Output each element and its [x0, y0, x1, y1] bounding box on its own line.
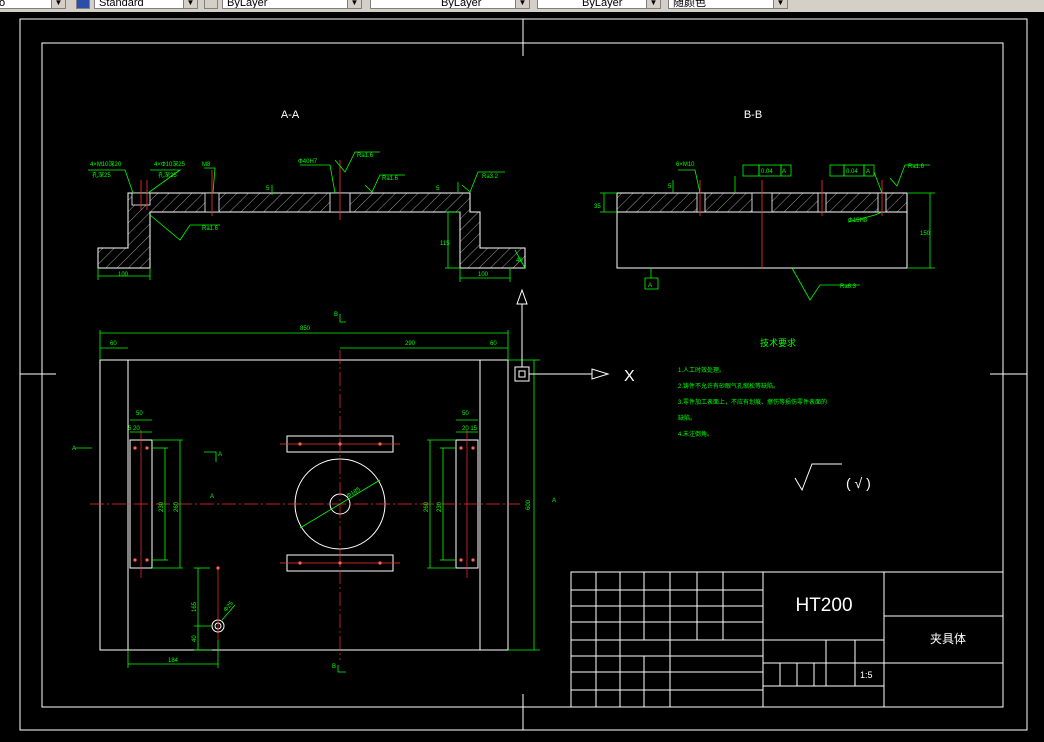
section-bb-dimensions — [600, 164, 935, 301]
chevron-down-icon: ▼ — [51, 0, 65, 8]
roughness-1: Ra1.6 — [357, 153, 374, 159]
color-dropdown[interactable]: ByLayer ▼ — [222, 0, 362, 9]
roughness-bottom: Ra6.3 — [840, 284, 857, 290]
lineweight-dropdown[interactable]: ByLayer ▼ — [537, 0, 661, 9]
dim-left-margin: 60 — [110, 341, 117, 347]
drawing-svg[interactable]: A-A B-B 4×M10深20 孔深25 4×Φ10深25 孔深25 M8 Φ… — [0, 12, 1044, 737]
properties-toolbar: o▼ Standard▼ ByLayer▼ ByLayer▼ ByLayer▼ … — [0, 0, 1044, 12]
section-aa-labels: 4×M10深20 孔深25 4×Φ10深25 孔深25 M8 Φ40H7 Ra1… — [90, 153, 523, 278]
tech-item-5: 4.未注倒角。 — [678, 430, 713, 438]
datum-a: A — [648, 283, 652, 289]
chevron-down-icon: ▼ — [183, 0, 197, 8]
linetype-value: ByLayer — [441, 0, 482, 9]
section-mark-a-left: A — [72, 446, 76, 452]
dim-slot-outer-left: 260 — [174, 501, 180, 512]
tech-item-4: 缺陷。 — [678, 414, 696, 422]
dim-h150: 150 — [920, 231, 931, 237]
dim-width-left: 100 — [118, 272, 129, 278]
dim-style-dropdown[interactable]: Standard ▼ — [94, 0, 198, 9]
drawing-frame — [19, 18, 1028, 731]
chevron-down-icon: ▼ — [347, 0, 361, 8]
color-value: ByLayer — [227, 0, 268, 9]
dim-slot-sub-right: 20 15 — [462, 426, 478, 432]
section-aa-title: A-A — [281, 109, 300, 121]
dim-slot-inner-right: 230 — [437, 501, 443, 512]
dim-bottom-x: 184 — [168, 658, 179, 664]
chevron-down-icon: ▼ — [515, 0, 529, 8]
datum-ref-1: A — [782, 169, 786, 175]
section-aa-dimensions — [88, 151, 526, 282]
material-label: HT200 — [795, 595, 852, 616]
dim-m10: 6×M10 — [676, 162, 695, 168]
tech-item-3: 3.零件加工表面上，不应有划痕、擦伤等损伤零件表面的 — [678, 398, 827, 406]
dim-five-b: 5 — [436, 186, 440, 192]
roughness-2: Ra1.6 — [382, 176, 399, 182]
part-name: 夹具体 — [930, 632, 966, 646]
ucs-x-label: X — [624, 368, 635, 385]
roughness-4: Ra1.6 — [202, 226, 219, 232]
dim-slot-inner-left: 230 — [159, 501, 165, 512]
dim-width-right: 100 — [478, 272, 489, 278]
roughness-note: ( √ ) — [846, 475, 871, 491]
plot-style-value: 随颜色 — [673, 0, 706, 9]
plot-style-dropdown[interactable]: 随颜色 ▼ — [668, 0, 788, 9]
dim-center-diameter: Φ185 — [346, 486, 362, 499]
plan-labels: 850 60 60 290 600 50 50 5 20 20 15 230 2… — [72, 312, 556, 670]
dim-style-value: Standard — [99, 0, 144, 9]
datum-ref-2: A — [866, 169, 870, 175]
drawing-canvas[interactable]: A-A B-B 4×M10深20 孔深25 4×Φ10深25 孔深25 M8 Φ… — [0, 12, 1044, 737]
ucs-icon — [514, 288, 610, 382]
dim-overall: 850 — [300, 326, 311, 332]
tolerance-1: 0.04 — [761, 169, 773, 175]
dim-depth: 115 — [440, 241, 450, 247]
dim-diameter: Φ15H8 — [848, 218, 868, 224]
dim-hole-mid: 4×Φ10深25 — [154, 160, 186, 168]
dim-center: Φ40H7 — [298, 159, 318, 165]
dim-hole-left: 4×M10深20 — [90, 160, 122, 168]
dim-right-span: 290 — [405, 341, 416, 347]
dim-right-margin: 60 — [490, 341, 497, 347]
section-mark-b-bottom: B — [332, 664, 336, 670]
tech-requirements: 技术要求 1.人工时效处理。 2.铸件不允许有砂眼气孔缩松等缺陷。 3.零件加工… — [678, 337, 827, 438]
dim-hole-mid-sub: 孔深25 — [158, 171, 177, 179]
roughness-note-symbol — [794, 463, 842, 492]
text-style-value: o — [0, 0, 5, 8]
dim-height: 600 — [526, 499, 532, 510]
chevron-down-icon: ▼ — [646, 0, 660, 8]
section-bb-title: B-B — [744, 109, 762, 121]
dim-thickness: 40 — [516, 258, 523, 264]
dim-hole-left-sub: 孔深25 — [92, 171, 111, 179]
dim-slot-width-left: 50 — [136, 411, 143, 417]
linetype-dropdown[interactable]: ByLayer ▼ — [370, 0, 530, 9]
roughness-3: Ra3.2 — [482, 174, 499, 180]
section-mark-a-center: A — [210, 494, 214, 500]
dim-five-a: 5 — [266, 186, 270, 192]
layer-icon[interactable] — [204, 0, 218, 9]
scale-label: 1:5 — [860, 670, 873, 680]
dim-slot-width-right: 50 — [462, 411, 469, 417]
section-mark-a-right: A — [552, 498, 556, 504]
tolerance-2: 0.04 — [846, 169, 858, 175]
dim-h35: 35 — [594, 204, 601, 210]
tech-item-2: 2.铸件不允许有砂眼气孔缩松等缺陷。 — [678, 382, 779, 390]
dim-m8: M8 — [202, 162, 211, 168]
section-mark-b-top: B — [334, 312, 338, 318]
dim-five: 5 — [668, 184, 672, 190]
roughness-top: Ra1.6 — [908, 164, 925, 170]
plan-dimensions — [75, 314, 540, 673]
tech-title: 技术要求 — [760, 337, 796, 348]
chevron-down-icon: ▼ — [773, 0, 787, 8]
section-mark-a-mid: A — [218, 452, 222, 458]
dim-hole-offset: 40 — [192, 635, 198, 642]
dim-slot-outer-right: 260 — [424, 501, 430, 512]
dim-style-icon[interactable] — [76, 0, 90, 9]
section-bb-view — [616, 180, 908, 269]
tech-item-1: 1.人工时效处理。 — [678, 366, 725, 374]
dim-slot-sub-left: 5 20 — [128, 426, 140, 432]
lineweight-value: ByLayer — [582, 0, 623, 9]
text-style-dropdown[interactable]: o▼ — [0, 0, 66, 9]
dim-hole-y: 165 — [192, 601, 198, 612]
